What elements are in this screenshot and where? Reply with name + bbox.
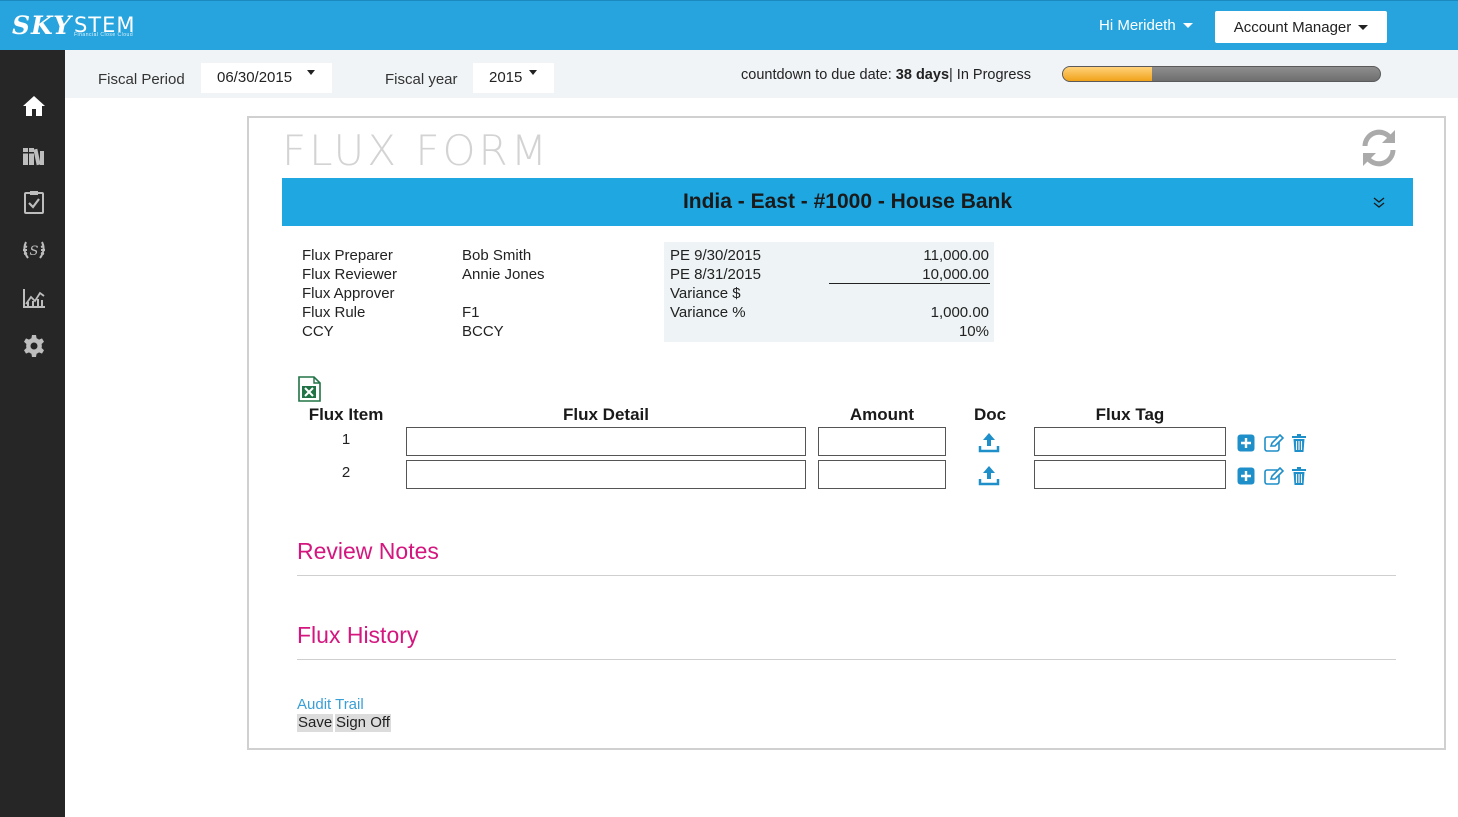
double-chevron-down-icon[interactable] [1373, 192, 1385, 216]
checklist-icon[interactable] [20, 188, 48, 216]
refresh-icon[interactable] [1357, 126, 1401, 170]
flux-history-heading[interactable]: Flux History [297, 622, 418, 649]
logo-tagline: Financial Close Cloud [73, 32, 134, 38]
role-label: Account Manager [1233, 18, 1352, 36]
flux-tag-input[interactable] [1034, 460, 1226, 489]
fiscal-year-label: Fiscal year [385, 71, 458, 88]
fiscal-year-select[interactable]: 2015 [473, 63, 554, 93]
pe-prior-value: 10,000.00 [922, 266, 989, 283]
amount-input[interactable] [818, 427, 946, 456]
add-icon[interactable] [1237, 467, 1255, 485]
fiscal-period-label: Fiscal Period [98, 71, 185, 88]
divider [297, 659, 1396, 660]
books-icon[interactable] [20, 142, 48, 170]
chart-icon[interactable] [20, 284, 48, 312]
logo-sky-text: SKY [12, 11, 72, 40]
countdown-status: | In Progress [949, 67, 1031, 83]
home-icon[interactable] [20, 92, 48, 120]
approver-label: Flux Approver [302, 285, 395, 302]
account-banner[interactable]: India - East - #1000 - House Bank [282, 178, 1413, 226]
flux-detail-input[interactable] [406, 460, 806, 489]
chevron-down-icon [1358, 24, 1369, 30]
audit-trail-link[interactable]: Audit Trail [297, 696, 364, 713]
fiscal-period-value: 06/30/2015 [217, 69, 293, 86]
subtotal-divider [829, 283, 990, 284]
variance-percent-value: 1,000.00 [930, 304, 989, 321]
rule-label: Flux Rule [302, 304, 366, 321]
edit-icon[interactable] [1264, 433, 1285, 452]
pe-current-value: 11,000.00 [923, 247, 989, 264]
filter-bar: Fiscal Period 06/30/2015 Fiscal year 201… [65, 50, 1458, 98]
amount-input[interactable] [818, 460, 946, 489]
trash-icon[interactable] [1291, 434, 1309, 452]
countdown-prefix: countdown to due date: [741, 67, 896, 83]
col-flux-tag: Flux Tag [1095, 405, 1165, 424]
chevron-down-icon [1182, 23, 1193, 28]
upload-icon[interactable] [978, 464, 1000, 486]
rule-value: F1 [462, 304, 480, 321]
fiscal-year-value: 2015 [489, 69, 523, 86]
pe-extra-value: 10% [958, 323, 989, 340]
col-doc: Doc [973, 405, 1007, 424]
col-flux-detail: Flux Detail [563, 405, 649, 424]
account-title: India - East - #1000 - House Bank [682, 190, 1013, 213]
chevron-down-icon [529, 70, 537, 75]
flux-tag-input[interactable] [1034, 427, 1226, 456]
countdown-days: 38 days [895, 67, 950, 83]
reviewer-label: Flux Reviewer [302, 266, 398, 283]
sidebar: S [0, 50, 65, 817]
pe-current-label: PE 9/30/2015 [670, 247, 761, 264]
preparer-label: Flux Preparer [302, 247, 393, 264]
countdown-text: countdown to due date: 38 days| In Progr… [741, 67, 1031, 83]
fiscal-period-select[interactable]: 06/30/2015 [201, 63, 332, 93]
flux-form-card: FLUX FORM India - East - #1000 - House B… [247, 116, 1446, 750]
progress-bar [1062, 66, 1381, 82]
variance-amount-label: Variance $ [670, 285, 741, 302]
page-title: FLUX FORM [282, 126, 550, 175]
balance-summary: PE 9/30/2015 11,000.00 PE 8/31/2015 10,0… [664, 242, 994, 342]
edit-icon[interactable] [1264, 466, 1285, 485]
gear-icon[interactable] [20, 332, 48, 360]
variance-percent-label: Variance % [670, 304, 746, 321]
row-number: 2 [341, 464, 351, 481]
divider [297, 575, 1396, 576]
role-dropdown[interactable]: Account Manager [1215, 11, 1387, 43]
chevron-down-icon [307, 70, 315, 75]
review-notes-heading[interactable]: Review Notes [297, 538, 439, 565]
user-greeting: Hi Merideth [1099, 17, 1176, 34]
flux-detail-input[interactable] [406, 427, 806, 456]
reviewer-value: Annie Jones [462, 266, 545, 283]
ccy-value: BCCY [462, 323, 504, 340]
col-flux-item: Flux Item [308, 405, 384, 424]
col-amount: Amount [849, 405, 915, 424]
ccy-label: CCY [302, 323, 334, 340]
svg-text:S: S [30, 244, 39, 259]
upload-icon[interactable] [978, 431, 1000, 453]
skystem-logo[interactable]: SKY STEM Financial Close Cloud [12, 11, 136, 43]
trash-icon[interactable] [1291, 467, 1309, 485]
save-button[interactable]: Save [297, 714, 334, 732]
sign-off-button[interactable]: Sign Off [335, 714, 391, 732]
row-number: 1 [341, 431, 351, 448]
excel-export-icon[interactable] [298, 376, 321, 402]
laurel-icon[interactable]: S [20, 236, 48, 264]
add-icon[interactable] [1237, 434, 1255, 452]
progress-fill [1063, 67, 1152, 81]
user-menu[interactable]: Hi Merideth [1099, 17, 1193, 34]
preparer-value: Bob Smith [462, 247, 532, 264]
pe-prior-label: PE 8/31/2015 [670, 266, 761, 283]
top-bar: SKY STEM Financial Close Cloud Hi Meride… [0, 0, 1458, 50]
